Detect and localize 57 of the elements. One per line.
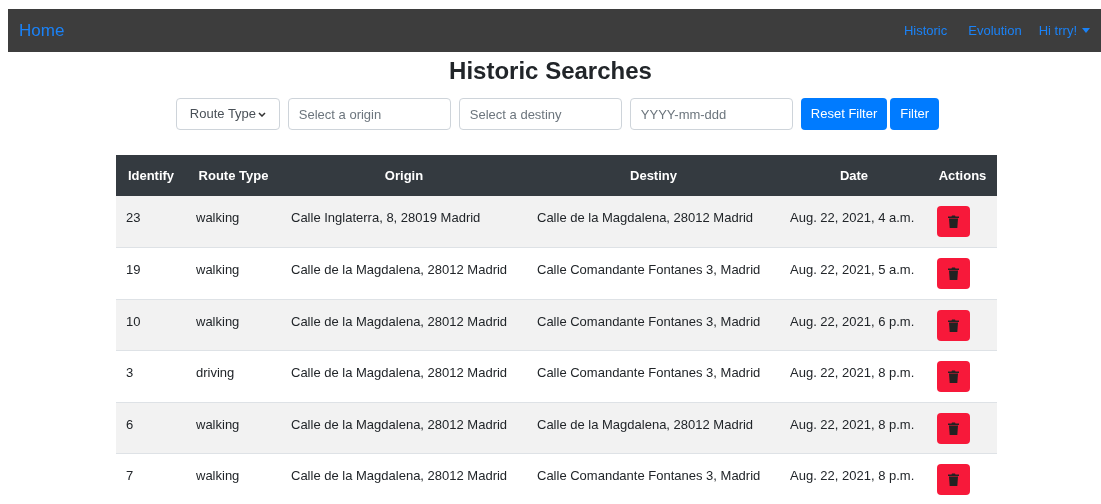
table-cell: Aug. 22, 2021, 8 p.m. [780, 350, 928, 402]
table-cell: Calle de la Magdalena, 28012 Madrid [281, 299, 527, 351]
table-cell: walking [186, 453, 281, 504]
trash-icon [948, 267, 959, 280]
table-cell: walking [186, 196, 281, 248]
table-cell: Aug. 22, 2021, 6 p.m. [780, 299, 928, 351]
table-cell: 7 [116, 453, 186, 504]
table-cell: walking [186, 402, 281, 454]
table-cell: Calle Inglaterra, 8, 28019 Madrid [281, 196, 527, 248]
table-cell: Calle de la Magdalena, 28012 Madrid [281, 453, 527, 504]
home-link[interactable]: Home [19, 17, 65, 44]
table-cell: 19 [116, 247, 186, 299]
table-cell: walking [186, 299, 281, 351]
delete-button[interactable] [937, 412, 970, 444]
caret-icon [1082, 28, 1090, 33]
table-cell: Calle Comandante Fontanes 3, Madrid [527, 247, 780, 299]
table-cell: Calle Comandante Fontanes 3, Madrid [527, 299, 780, 351]
table-cell: Calle de la Magdalena, 28012 Madrid [527, 196, 780, 248]
table-cell: 23 [116, 196, 186, 248]
table-cell: Aug. 22, 2021, 4 a.m. [780, 196, 928, 248]
column-header: Identify [116, 155, 186, 196]
nav-link[interactable]: Evolution [968, 20, 1022, 41]
trash-icon [948, 421, 959, 435]
table-cell: driving [186, 350, 281, 402]
table-cell: Calle de la Magdalena, 28012 Madrid [281, 402, 527, 454]
column-header: Actions [928, 155, 997, 196]
chevron-icon [257, 111, 266, 117]
delete-button[interactable] [937, 309, 970, 341]
reset-filter-button[interactable]: Reset Filter [800, 98, 888, 130]
table-cell: Aug. 22, 2021, 8 p.m. [780, 402, 928, 454]
table-cell: Calle Comandante Fontanes 3, Madrid [527, 350, 780, 402]
table-cell: Calle de la Magdalena, 28012 Madrid [281, 247, 527, 299]
table-cell: Calle de la Magdalena, 28012 Madrid [281, 350, 527, 402]
table-cell: 3 [116, 350, 186, 402]
column-header: Date [780, 155, 928, 196]
table-cell: walking [186, 247, 281, 299]
route-type-select[interactable]: Route Type [175, 98, 280, 130]
column-header: Destiny [527, 155, 780, 196]
table-cell: 6 [116, 402, 186, 454]
column-header: Origin [281, 155, 527, 196]
table-cell: 10 [116, 299, 186, 351]
table-cell: Aug. 22, 2021, 8 p.m. [780, 453, 928, 504]
trash-icon [948, 370, 959, 383]
trash-icon [948, 318, 959, 332]
page-title: Historic Searches [448, 56, 653, 86]
origin-field[interactable]: Select a origin [287, 98, 451, 130]
nav-link[interactable]: Historic [903, 20, 948, 41]
date-field[interactable]: YYYY-mm-ddd [629, 98, 793, 130]
user-menu[interactable]: Hi trry! [1038, 20, 1090, 41]
table-cell: Calle de la Magdalena, 28012 Madrid [527, 402, 780, 454]
trash-icon [948, 473, 959, 486]
table-cell: Calle Comandante Fontanes 3, Madrid [527, 453, 780, 504]
destiny-field[interactable]: Select a destiny [458, 98, 622, 130]
column-header: Route Type [186, 155, 281, 196]
table-cell: Aug. 22, 2021, 5 a.m. [780, 247, 928, 299]
filter-button[interactable]: Filter [890, 98, 940, 130]
trash-icon [948, 215, 959, 228]
